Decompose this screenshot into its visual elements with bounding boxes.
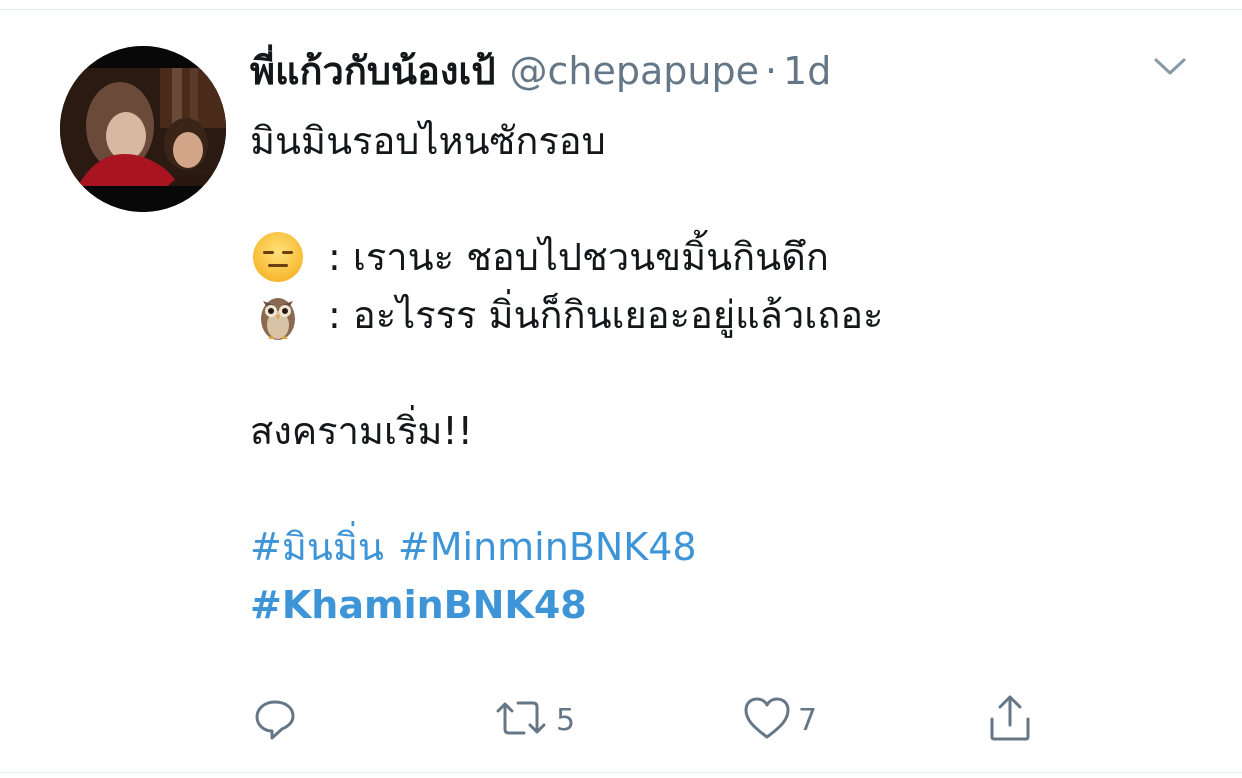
heart-icon <box>742 695 792 745</box>
hashtag-link[interactable]: #มินมิ่น <box>250 518 384 576</box>
action-bar: 5 7 <box>250 695 1050 745</box>
retweet-button[interactable]: 5 <box>492 695 575 745</box>
reply-icon <box>252 695 298 745</box>
retweet-count: 5 <box>556 702 576 738</box>
tweet-header: พี่แก้วกับน้องเป้ @chepapupe · 1d <box>250 40 831 96</box>
user-handle[interactable]: @chepapupe <box>509 49 758 93</box>
separator-dot: · <box>764 49 778 93</box>
like-count: 7 <box>798 702 818 738</box>
tweet-line: : เรานะ ชอบไปชวนขมิ้นกินดึก <box>250 228 1210 286</box>
owl-icon <box>250 287 306 343</box>
tweet-line-text: : เรานะ ชอบไปชวนขมิ้นกินดึก <box>328 235 829 279</box>
display-name[interactable]: พี่แก้วกับน้องเป้ <box>250 40 495 101</box>
chevron-down-icon[interactable] <box>1150 52 1190 80</box>
reply-button[interactable] <box>252 695 298 745</box>
top-divider <box>0 9 1242 10</box>
tweet-line-text: สงครามเริ่ม!! <box>250 409 473 453</box>
tweet-page: พี่แก้วกับน้องเป้ @chepapupe · 1d มินมิน… <box>0 0 1242 778</box>
tweet-line-text: มินมินรอบไหนซักรอบ <box>250 119 606 163</box>
avatar-photo <box>60 46 226 212</box>
share-button[interactable] <box>986 695 1034 745</box>
like-button[interactable]: 7 <box>742 695 817 745</box>
tweet-line: : อะไรรร มิ่นก็กินเยอะอยู่แล้วเถอะ <box>250 286 1210 344</box>
avatar[interactable] <box>60 46 226 212</box>
expressionless-face-icon <box>250 229 306 285</box>
hashtag-link[interactable]: #KhaminBNK48 <box>250 576 587 634</box>
tweet-line: สงครามเริ่ม!! <box>250 402 1210 460</box>
retweet-icon <box>492 695 550 745</box>
hashtag-line: #KhaminBNK48 <box>250 576 1210 634</box>
bottom-divider <box>0 772 1242 773</box>
timestamp[interactable]: 1d <box>783 49 831 93</box>
tweet-line-text: : อะไรรร มิ่นก็กินเยอะอยู่แล้วเถอะ <box>328 293 884 337</box>
share-icon <box>986 693 1034 747</box>
tweet-text: มินมินรอบไหนซักรอบ : เรานะ ชอบไปชวนขมิ้น… <box>250 112 1210 634</box>
hashtag-link[interactable]: #MinminBNK48 <box>398 518 697 576</box>
tweet-line: มินมินรอบไหนซักรอบ <box>250 112 1210 170</box>
hashtag-line: #มินมิ่น #MinminBNK48 <box>250 518 1210 576</box>
